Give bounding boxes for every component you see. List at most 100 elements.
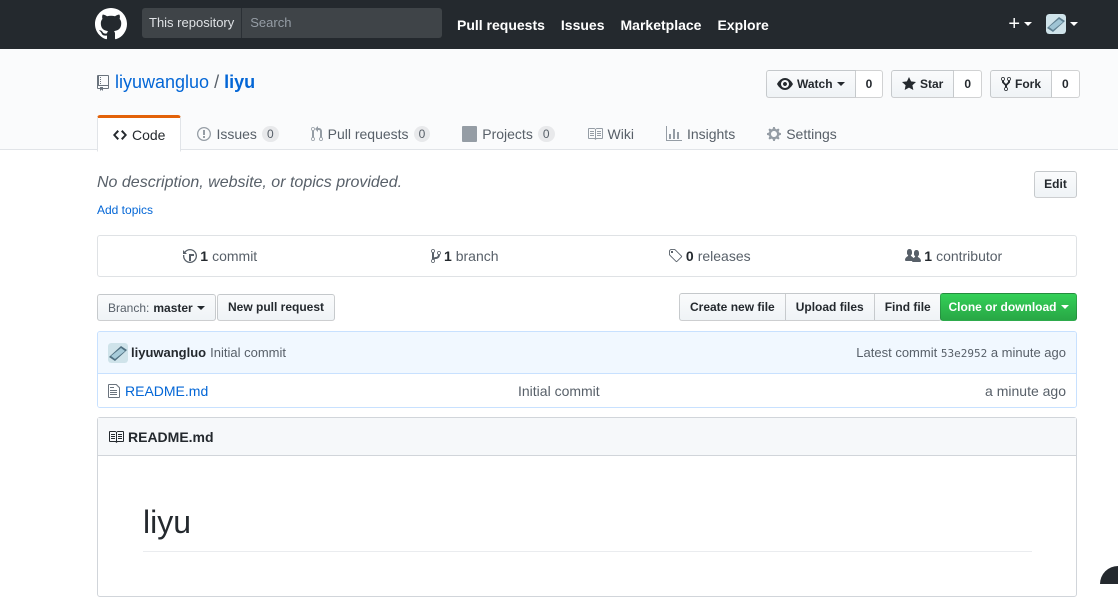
tab-wiki-label: Wiki (608, 126, 634, 142)
chevron-down-icon[interactable] (1024, 22, 1032, 26)
watch-label: Watch (797, 71, 833, 97)
tab-insights[interactable]: Insights (650, 115, 751, 151)
tab-pull-requests[interactable]: Pull requests 0 (295, 115, 447, 151)
create-new-file-button[interactable]: Create new file (679, 293, 786, 321)
commits-summary[interactable]: 1 commit (98, 236, 343, 276)
repo-name-link[interactable]: liyu (224, 72, 255, 93)
tab-pull-requests-label: Pull requests (328, 126, 409, 142)
readme-header: README.md (98, 418, 1076, 456)
fork-label: Fork (1015, 71, 1041, 97)
branches-label: branch (456, 248, 499, 264)
gear-icon (767, 126, 781, 142)
pulls-counter: 0 (414, 126, 431, 142)
repo-icon (97, 75, 109, 91)
search-box[interactable]: This repository Search (142, 8, 442, 38)
new-pull-request-button[interactable]: New pull request (217, 294, 335, 321)
edit-button[interactable]: Edit (1034, 171, 1077, 198)
tab-code-label: Code (132, 127, 165, 143)
star-label: Star (920, 71, 943, 97)
fork-button[interactable]: Fork (990, 70, 1052, 98)
star-button[interactable]: Star (891, 70, 954, 98)
clone-label: Clone or download (949, 300, 1057, 314)
repo-nav: Code Issues 0 Pull requests 0 Projects 0… (97, 115, 853, 150)
commit-sha-link[interactable]: 53e2952 (941, 347, 987, 360)
header-nav: Pull requests Issues Marketplace Explore (457, 0, 785, 49)
pull-request-icon (311, 126, 323, 142)
avatar[interactable] (108, 343, 128, 363)
repo-title-separator: / (214, 72, 219, 93)
projects-counter: 0 (538, 126, 555, 142)
tab-settings[interactable]: Settings (751, 115, 853, 151)
releases-count: 0 (686, 248, 694, 264)
find-file-button[interactable]: Find file (874, 293, 942, 321)
branches-summary[interactable]: 1 branch (343, 236, 588, 276)
repo-header: liyuwangluo / liyu Watch 0 Star 0 Fork 0… (0, 49, 1118, 150)
watch-count[interactable]: 0 (856, 70, 884, 98)
star-group: Star 0 (891, 70, 982, 98)
tab-insights-label: Insights (687, 126, 735, 142)
contributors-summary[interactable]: 1 contributor (832, 236, 1077, 276)
book-icon (587, 126, 603, 142)
search-input[interactable]: Search (242, 8, 442, 38)
commit-author-link[interactable]: liyuwangluo (131, 345, 206, 360)
chevron-down-icon (197, 306, 205, 310)
file-actions-group: Create new file Upload files Find file (680, 293, 942, 321)
issue-icon (197, 126, 211, 142)
releases-summary[interactable]: 0 releases (587, 236, 832, 276)
history-icon (183, 248, 197, 264)
file-table: liyuwangluo Initial commit Latest commit… (97, 331, 1077, 408)
commit-age: a minute ago (991, 345, 1066, 360)
releases-label: releases (698, 248, 751, 264)
commit-tease: liyuwangluo Initial commit Latest commit… (98, 332, 1076, 374)
eye-icon (777, 76, 793, 92)
branch-icon (431, 248, 441, 264)
plus-icon[interactable]: + (1008, 13, 1020, 35)
fork-count[interactable]: 0 (1052, 70, 1080, 98)
branches-count: 1 (444, 248, 452, 264)
tag-icon (668, 248, 683, 264)
tab-code[interactable]: Code (97, 115, 181, 152)
file-commit-message-link[interactable]: Initial commit (518, 383, 600, 399)
watch-button[interactable]: Watch (766, 70, 856, 98)
nav-pull-requests[interactable]: Pull requests (457, 17, 545, 33)
numbers-summary: 1 commit 1 branch 0 releases 1 contribut… (97, 235, 1077, 277)
file-age: a minute ago (985, 383, 1066, 399)
contributors-label: contributor (936, 248, 1002, 264)
repo-title: liyuwangluo / liyu (97, 72, 255, 93)
star-count[interactable]: 0 (954, 70, 982, 98)
search-scope-label: This repository (142, 8, 242, 38)
upload-files-button[interactable]: Upload files (785, 293, 875, 321)
fork-icon (1001, 76, 1011, 92)
chevron-down-icon (1061, 305, 1069, 309)
branch-select-value: master (153, 301, 192, 315)
add-topics-link[interactable]: Add topics (97, 203, 153, 217)
tab-wiki[interactable]: Wiki (571, 115, 650, 151)
nav-marketplace[interactable]: Marketplace (621, 17, 702, 33)
repo-owner-link[interactable]: liyuwangluo (115, 72, 209, 93)
code-icon (113, 127, 127, 143)
nav-explore[interactable]: Explore (717, 17, 768, 33)
contributors-count: 1 (924, 248, 932, 264)
divider (143, 551, 1032, 552)
book-icon (108, 429, 124, 445)
chevron-down-icon[interactable] (1070, 22, 1078, 26)
tab-projects[interactable]: Projects 0 (446, 115, 570, 151)
issues-counter: 0 (262, 126, 279, 142)
file-name-link[interactable]: README.md (125, 383, 425, 399)
commits-label: commit (212, 248, 257, 264)
header-user-menu: + (1008, 13, 1078, 35)
tab-settings-label: Settings (786, 126, 837, 142)
commit-message-link[interactable]: Initial commit (210, 345, 286, 360)
clone-or-download-button[interactable]: Clone or download (940, 293, 1077, 321)
branch-select[interactable]: Branch: master (97, 294, 216, 321)
people-icon (905, 248, 921, 264)
nav-issues[interactable]: Issues (561, 17, 605, 33)
readme-box: README.md liyu (97, 417, 1077, 597)
project-icon (462, 126, 477, 142)
user-avatar[interactable] (1046, 14, 1066, 34)
star-icon (902, 76, 916, 92)
github-logo-icon[interactable] (95, 8, 127, 40)
tab-issues[interactable]: Issues 0 (181, 115, 294, 151)
watch-group: Watch 0 (766, 70, 883, 98)
table-row: README.md Initial commit a minute ago (98, 374, 1076, 408)
